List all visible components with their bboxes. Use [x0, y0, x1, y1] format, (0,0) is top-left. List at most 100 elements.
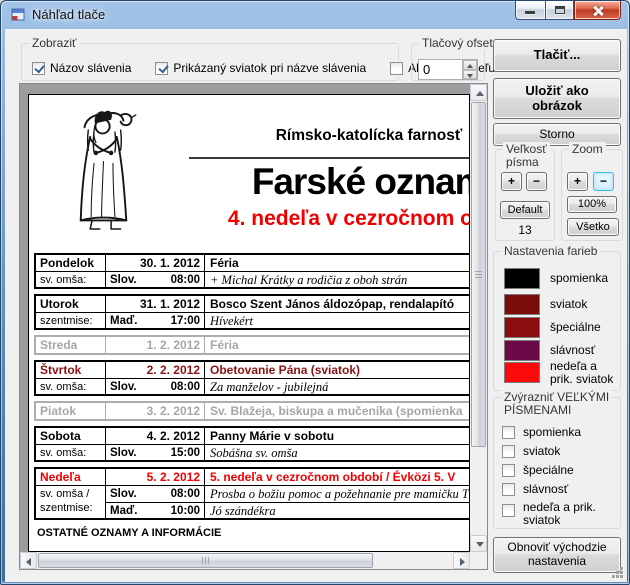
color-settings-group: Nastavenia farieb spomienka sviatok špec… [493, 251, 621, 391]
offset-spin-down-button[interactable] [463, 70, 477, 80]
minimize-button[interactable] [515, 1, 545, 20]
lang-time-cell: Slov.15:00 [106, 445, 205, 460]
offset-spinner [462, 60, 477, 79]
scroll-left-button[interactable] [20, 552, 37, 569]
day-cell: Sobota [36, 428, 106, 444]
app-icon[interactable] [10, 7, 26, 23]
scroll-down-button[interactable] [470, 535, 487, 552]
show-options-group: Zobraziť Názov slávenia Prikázaný sviato… [21, 43, 399, 81]
uppercase-checkbox-sviatok[interactable] [502, 445, 515, 458]
print-offset-group-label: Tlačový ofset [419, 36, 496, 50]
maximize-button[interactable] [545, 1, 574, 20]
table-row-block-pondelok: Pondelok 30. 1. 2012 Féria sv. omša: Slo… [34, 253, 470, 289]
save-image-button[interactable]: Uložiť ako obrázok [493, 78, 621, 119]
font-size-value: 13 [496, 223, 554, 237]
color-swatch-slavnost[interactable] [504, 340, 540, 361]
font-default-button[interactable]: Default [500, 201, 550, 219]
checkbox-nazov-slavenia-row: Názov slávenia [32, 61, 131, 75]
window-controls [515, 1, 621, 20]
scroll-up-button[interactable] [470, 84, 487, 101]
checkbox-prikazany-sviatok-row: Prikázaný sviatok pri názve slávenia [155, 61, 366, 75]
spin-down-icon [467, 74, 473, 78]
mass-time: 17:00 [171, 313, 200, 328]
color-label-specialne: špeciálne [550, 321, 616, 334]
checkbox-nazov-slavenia[interactable] [32, 62, 45, 75]
reset-defaults-button[interactable]: Obnoviť východzie nastavenia [493, 537, 621, 573]
checkbox-aktualnu-nedelu[interactable] [390, 62, 403, 75]
uppercase-label-slavnost[interactable]: slávnosť [523, 483, 611, 496]
day-cell: Nedeľa [36, 469, 106, 485]
mass-time: 08:00 [171, 272, 200, 287]
mass-lang: Maď. [110, 313, 137, 328]
offset-input[interactable]: 0 [419, 60, 462, 79]
day-cell: Piatok [36, 403, 106, 419]
celebration-cell: 5. nedeľa v cezročnom období / Évközi 5.… [205, 469, 470, 485]
uppercase-label-nedela[interactable]: nedeľa a prik. sviatok [523, 501, 611, 527]
zoom-in-button[interactable]: + [567, 172, 588, 191]
mass-intention: Sobášna sv. omša [205, 445, 470, 460]
mass-intention: Jó szándékra [205, 503, 470, 518]
offset-spin-up-button[interactable] [463, 60, 477, 70]
titlebar[interactable]: Náhľad tlače [1, 1, 629, 29]
print-button[interactable]: Tlačiť... [493, 39, 621, 72]
table-row-block-nedela: Nedeľa 5. 2. 2012 5. nedeľa v cezročnom … [34, 467, 470, 520]
document-subtitle: 4. nedeľa v cezročnom období [149, 207, 470, 231]
zoom-100-button[interactable]: 100% [567, 196, 617, 213]
scrollbar-corner [470, 552, 487, 569]
mass-intention: Za manželov - jubilejná [205, 379, 470, 394]
arrow-left-icon [26, 558, 31, 566]
resize-grip[interactable] [620, 575, 623, 578]
horizontal-scroll-thumb[interactable] [38, 553, 373, 568]
mass-lang: Slov. [110, 272, 137, 287]
date-cell: 31. 1. 2012 [106, 296, 205, 312]
color-label-sviatok: sviatok [550, 298, 616, 311]
mass-intention: + Michal Krátky a rodičia z oboh strán [205, 272, 470, 287]
close-button[interactable] [574, 1, 621, 20]
vertical-scrollbar[interactable] [470, 84, 487, 552]
mass-intention: Prosba o božiu pomoc a požehnanie pre ma… [205, 486, 470, 502]
checkbox-nazov-slavenia-label[interactable]: Názov slávenia [50, 61, 131, 75]
mass-time: 08:00 [171, 379, 200, 394]
announcements-heading: OSTATNÉ OZNAMY A INFORMÁCIE [37, 527, 221, 539]
color-swatch-specialne[interactable] [504, 317, 540, 338]
color-label-slavnost: slávnosť [550, 344, 616, 357]
color-swatch-nedela[interactable] [504, 362, 540, 383]
zoom-group-label: Zoom [569, 142, 606, 156]
mass-label-cell: szentmise: [36, 313, 106, 328]
minimize-icon [525, 11, 535, 14]
date-cell: 30. 1. 2012 [106, 255, 205, 271]
font-decrease-button[interactable]: − [526, 172, 547, 191]
uppercase-checkbox-nedela[interactable] [502, 504, 515, 517]
scroll-right-button[interactable] [453, 552, 470, 569]
celebration-cell: Féria [205, 337, 470, 353]
horizontal-scrollbar[interactable] [20, 552, 470, 569]
uppercase-checkbox-spomienka[interactable] [502, 426, 515, 439]
table-row-block-piatok: Piatok 3. 2. 2012 Sv. Blažeja, biskupa a… [34, 401, 470, 421]
uppercase-checkbox-specialne[interactable] [502, 464, 515, 477]
day-cell: Pondelok [36, 255, 106, 271]
zoom-all-button[interactable]: Všetko [567, 218, 619, 236]
window: Náhľad tlače Zobraziť Názov slávenia Pri… [0, 0, 630, 585]
celebration-cell: Bosco Szent János áldozópap, rendalapító [205, 296, 470, 312]
font-increase-button[interactable]: + [501, 172, 522, 191]
color-swatch-spomienka[interactable] [504, 268, 540, 289]
font-size-group-label-1: Veľkosť [503, 142, 550, 156]
vertical-scroll-thumb[interactable] [471, 102, 486, 447]
color-swatch-sviatok[interactable] [504, 294, 540, 315]
uppercase-checkbox-slavnost[interactable] [502, 483, 515, 496]
schedule-table: Pondelok 30. 1. 2012 Féria sv. omša: Slo… [34, 253, 470, 525]
uppercase-group: Zvýrazniť VEĽKÝMI PÍSMENAMI spomienka sv… [493, 397, 621, 529]
table-row-block-utorok: Utorok 31. 1. 2012 Bosco Szent János áld… [34, 294, 470, 330]
uppercase-label-sviatok[interactable]: sviatok [523, 445, 611, 458]
zoom-out-button[interactable]: − [593, 172, 614, 191]
uppercase-label-specialne[interactable]: špeciálne [523, 464, 611, 477]
uppercase-label-spomienka[interactable]: spomienka [523, 426, 611, 439]
color-label-nedela: nedeľa a prik. sviatok [550, 360, 616, 386]
font-size-group-label-2: písma [503, 155, 542, 169]
maximize-icon [555, 6, 565, 14]
checkbox-prikazany-sviatok[interactable] [155, 62, 168, 75]
checkbox-prikazany-sviatok-label[interactable]: Prikázaný sviatok pri názve slávenia [173, 61, 366, 75]
window-title: Náhľad tlače [32, 7, 105, 22]
mass-label-cell: sv. omša: [36, 272, 106, 287]
day-cell: Štvrtok [36, 362, 106, 378]
